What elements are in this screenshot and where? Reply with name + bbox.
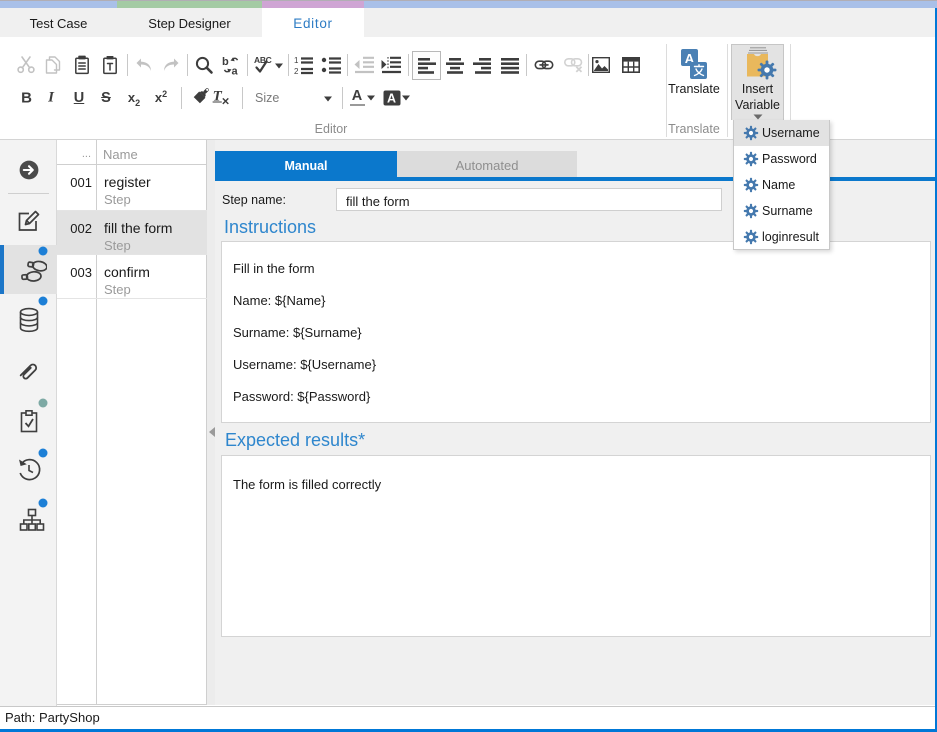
svg-text:a: a	[231, 66, 238, 76]
svg-text:2: 2	[294, 67, 299, 75]
svg-text:ABC: ABC	[254, 55, 272, 65]
svg-text:b: b	[222, 56, 229, 68]
svg-text:1: 1	[294, 56, 299, 65]
